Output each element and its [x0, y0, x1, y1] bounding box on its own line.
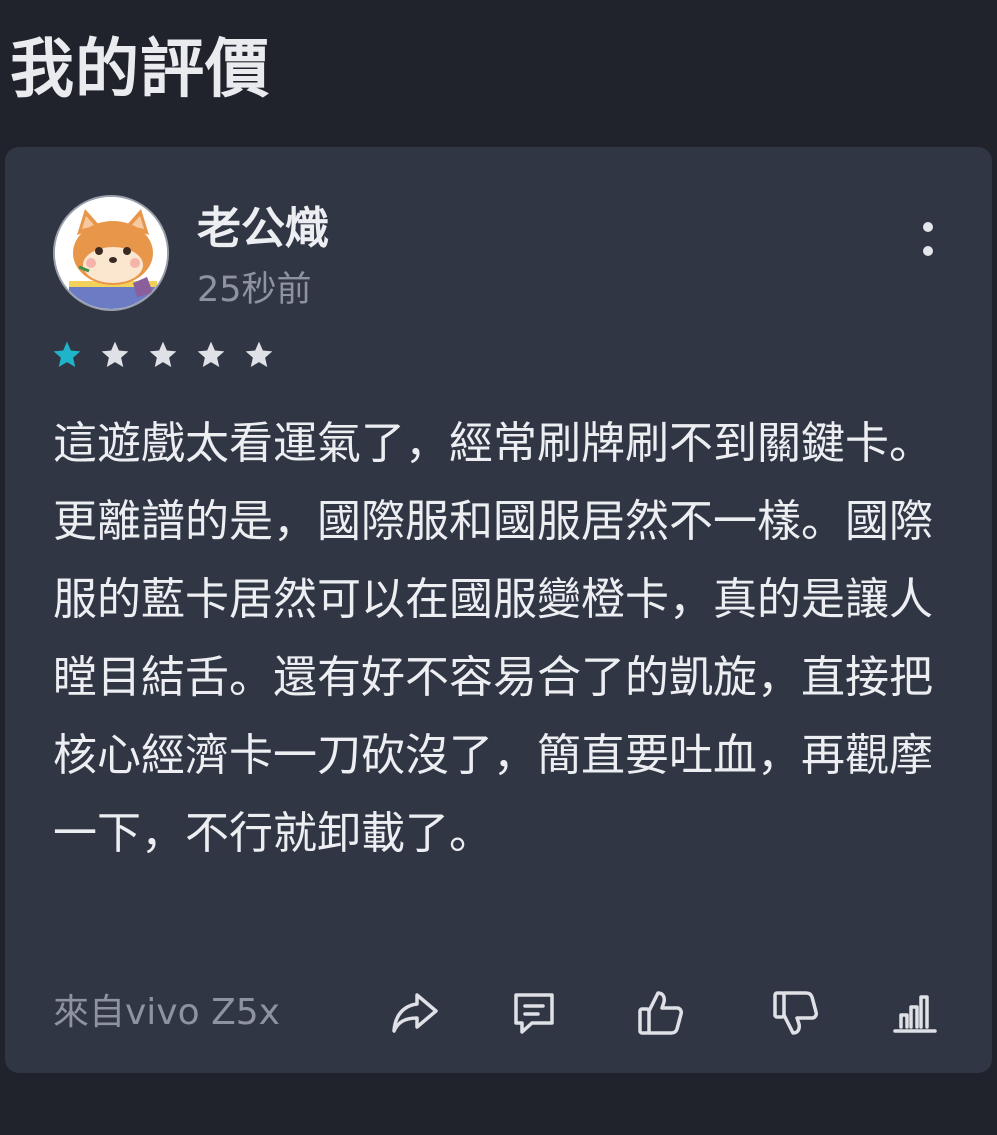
more-vertical-icon[interactable]: [900, 207, 956, 273]
star-icon-empty: [101, 341, 129, 367]
star-icon-empty: [245, 341, 273, 367]
star-icon-filled: [53, 341, 81, 367]
timestamp: 25秒前: [197, 270, 312, 310]
page-title: 我的評價: [10, 33, 270, 107]
user-avatar[interactable]: [53, 195, 169, 311]
thumbs-up-icon[interactable]: [631, 983, 691, 1043]
review-text: 這遊戲太看運氣了，經常刷牌刷不到關鍵卡。更離譜的是，國際服和國服居然不一樣。國際…: [53, 418, 933, 859]
star-icon-empty: [197, 341, 225, 367]
star-rating: [51, 339, 275, 371]
star-icon-empty: [149, 341, 177, 367]
username[interactable]: 老公熾: [197, 199, 329, 259]
shiba-dog-avatar-icon: [55, 197, 167, 309]
thumbs-down-icon[interactable]: [766, 983, 826, 1043]
share-icon[interactable]: [385, 983, 445, 1043]
review-card: 老公熾 25秒前 這遊戲太看運氣了，經常刷牌刷不到關鍵卡。更離譜的是，國際服和國…: [5, 147, 992, 1073]
comment-icon[interactable]: [504, 983, 564, 1043]
bar-chart-icon[interactable]: [885, 983, 945, 1043]
device-info: 來自vivo Z5x: [53, 992, 280, 1033]
